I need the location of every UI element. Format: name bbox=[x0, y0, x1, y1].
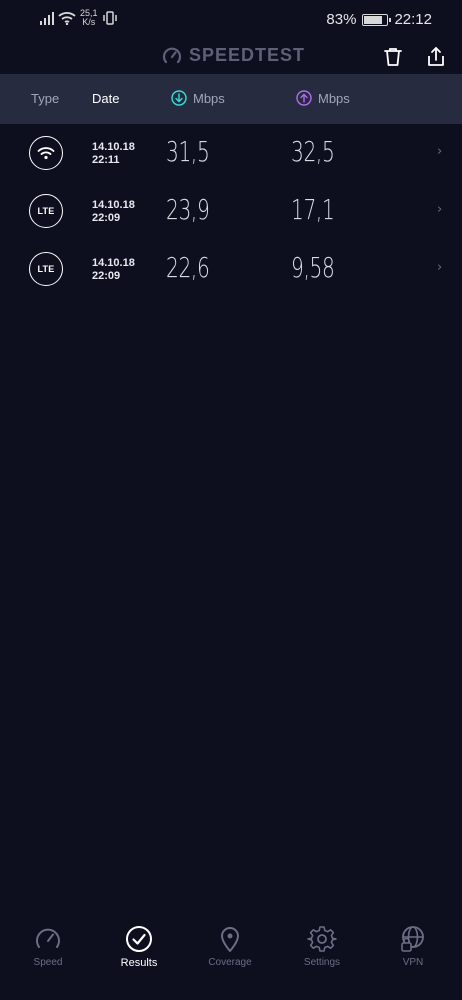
nav-settings[interactable]: Settings bbox=[287, 926, 357, 1000]
result-row[interactable]: 14.10.18 22:11 31,5 32,5 › bbox=[0, 124, 462, 182]
trash-icon bbox=[384, 48, 402, 66]
speed-icon bbox=[36, 928, 60, 948]
result-download: 22,6 bbox=[166, 251, 210, 284]
result-date: 14.10.18 bbox=[92, 199, 135, 211]
nav-vpn[interactable]: VPN bbox=[378, 926, 448, 1000]
chevron-right-icon: › bbox=[437, 144, 443, 159]
result-row[interactable]: LTE 14.10.18 22:09 22,6 9,58 › bbox=[0, 240, 462, 298]
upload-arrow-icon bbox=[296, 90, 312, 106]
nav-settings-label: Settings bbox=[303, 957, 341, 968]
result-row[interactable]: LTE 14.10.18 22:09 23,9 17,1 › bbox=[0, 182, 462, 240]
nav-results[interactable]: Results bbox=[104, 926, 174, 1000]
result-datetime: 14.10.18 22:11 bbox=[92, 141, 135, 167]
status-right: 83% 22:12 bbox=[326, 11, 432, 28]
result-upload: 32,5 bbox=[291, 135, 335, 168]
lte-label: LTE bbox=[37, 264, 55, 274]
nav-speed[interactable]: Speed bbox=[13, 928, 83, 1000]
clock: 22:12 bbox=[394, 11, 432, 28]
results-column-header: Type Date Mbps Mbps bbox=[0, 74, 462, 124]
vibrate-icon bbox=[102, 11, 117, 25]
cell-signal-icon bbox=[40, 11, 54, 25]
results-check-icon bbox=[126, 926, 152, 952]
status-bar: 25,1 K/s 83% 22:12 bbox=[0, 0, 462, 40]
share-button[interactable] bbox=[424, 45, 448, 69]
network-speed-unit: K/s bbox=[82, 17, 96, 27]
column-download-label: Mbps bbox=[193, 90, 225, 106]
app-title: SPEEDTEST bbox=[189, 45, 306, 65]
battery-icon bbox=[362, 13, 392, 26]
column-date[interactable]: Date bbox=[92, 91, 119, 106]
result-time: 22:09 bbox=[92, 212, 121, 224]
nav-coverage-label: Coverage bbox=[208, 957, 252, 968]
column-upload-label: Mbps bbox=[318, 90, 350, 106]
nav-coverage[interactable]: Coverage bbox=[195, 927, 265, 1000]
map-pin-icon bbox=[221, 927, 239, 952]
gear-icon bbox=[307, 926, 337, 952]
result-datetime: 14.10.18 22:09 bbox=[92, 199, 135, 225]
result-date: 14.10.18 bbox=[92, 141, 135, 153]
speedtest-logo: SPEEDTEST bbox=[162, 45, 305, 66]
network-speed: 25,1 K/s bbox=[80, 9, 98, 27]
result-download: 31,5 bbox=[166, 135, 210, 168]
status-left: 25,1 K/s bbox=[40, 9, 118, 27]
delete-results-button[interactable] bbox=[381, 45, 405, 69]
column-type[interactable]: Type bbox=[31, 91, 59, 106]
lte-label: LTE bbox=[37, 206, 55, 216]
result-time: 22:11 bbox=[92, 154, 120, 166]
speedometer-icon bbox=[162, 47, 182, 63]
lte-icon: LTE bbox=[29, 252, 63, 286]
share-icon bbox=[428, 47, 444, 66]
result-download: 23,9 bbox=[166, 193, 210, 226]
chevron-right-icon: › bbox=[437, 202, 443, 217]
vpn-globe-icon bbox=[401, 926, 424, 952]
bottom-nav: Speed Results Coverage Settings VPN bbox=[0, 926, 462, 1000]
result-upload: 17,1 bbox=[291, 193, 335, 226]
nav-vpn-label: VPN bbox=[402, 957, 424, 968]
download-arrow-icon bbox=[171, 90, 187, 106]
result-date: 14.10.18 bbox=[92, 257, 135, 269]
chevron-right-icon: › bbox=[437, 260, 443, 275]
lte-icon: LTE bbox=[29, 194, 63, 228]
nav-speed-label: Speed bbox=[33, 957, 63, 968]
results-screen: 25,1 K/s 83% 22:12 SPEEDTEST Type Date M… bbox=[0, 0, 462, 1000]
column-download[interactable]: Mbps bbox=[171, 90, 225, 106]
column-upload[interactable]: Mbps bbox=[296, 90, 350, 106]
app-header: SPEEDTEST bbox=[0, 40, 462, 74]
battery-percent: 83% bbox=[326, 11, 357, 28]
wifi-status-icon bbox=[58, 12, 76, 25]
nav-results-label: Results bbox=[120, 957, 158, 969]
result-datetime: 14.10.18 22:09 bbox=[92, 257, 135, 283]
result-time: 22:09 bbox=[92, 270, 121, 282]
result-upload: 9,58 bbox=[291, 251, 335, 284]
wifi-icon bbox=[29, 136, 63, 170]
